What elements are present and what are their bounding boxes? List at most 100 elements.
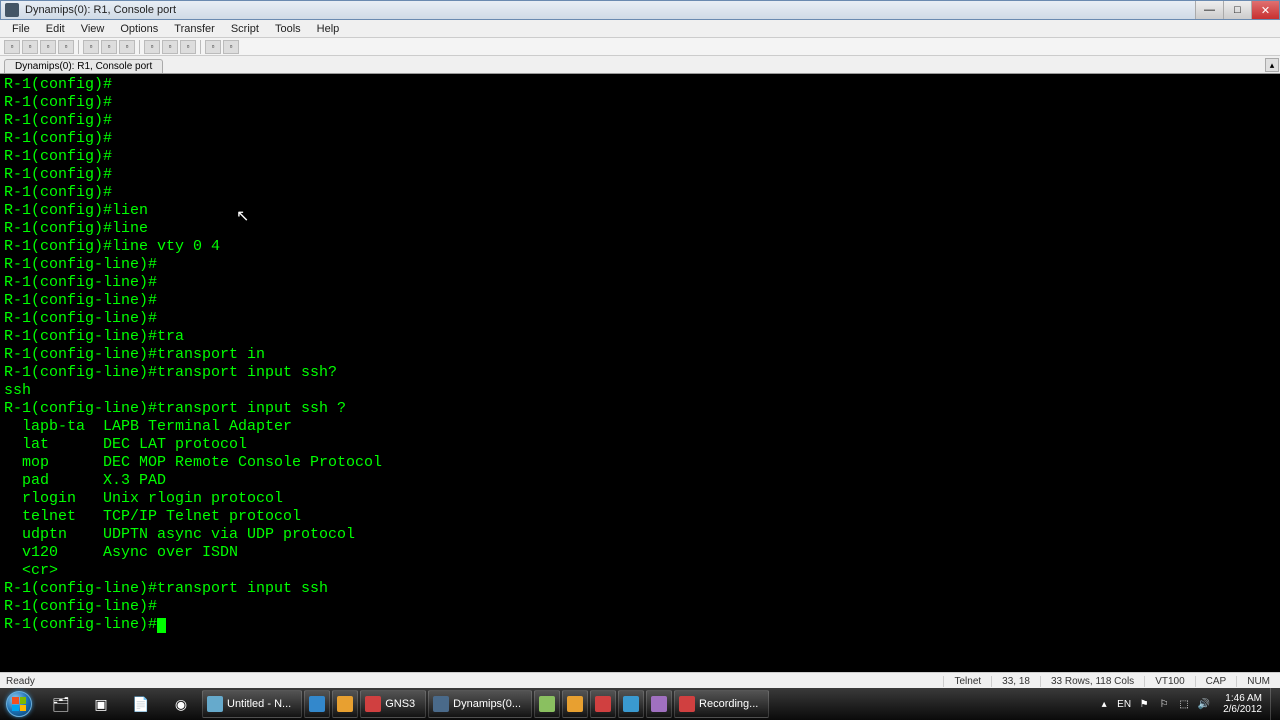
notepad-task-icon [207,696,223,712]
terminal-line: R-1(config-line)#transport in [4,346,1276,364]
terminal-line: R-1(config)#lien [4,202,1276,220]
find-icon[interactable]: ▫ [119,40,135,54]
terminal-line: R-1(config)# [4,148,1276,166]
dynamips-task[interactable]: Dynamips(0... [428,690,532,718]
reconnect-icon[interactable]: ▫ [180,40,196,54]
terminal-line: R-1(config-line)# [4,310,1276,328]
sound-icon[interactable]: 🔊 [1197,697,1211,711]
session-tab[interactable]: Dynamips(0): R1, Console port [4,59,163,73]
app2-task-icon [309,696,325,712]
menu-options[interactable]: Options [112,23,166,35]
terminal-line: lat DEC LAT protocol [4,436,1276,454]
tray-chevron-icon[interactable]: ▴ [1097,697,1111,711]
notepad-task[interactable]: Untitled - N... [202,690,302,718]
itunes-task-icon [623,696,639,712]
recording-task-icon [679,696,695,712]
opera-task-icon [595,696,611,712]
terminal-line: R-1(config)# [4,184,1276,202]
recording-task[interactable]: Recording... [674,690,769,718]
terminal-body[interactable]: R-1(config)#R-1(config)#R-1(config)#R-1(… [0,74,1280,672]
terminal-line: <cr> [4,562,1276,580]
gns3-task[interactable]: GNS3 [360,690,426,718]
terminal-line: R-1(config-line)#transport input ssh [4,580,1276,598]
terminal-cursor [157,618,166,633]
terminal-line: telnet TCP/IP Telnet protocol [4,508,1276,526]
window-title: Dynamips(0): R1, Console port [23,4,1195,16]
task-label: Recording... [699,698,758,710]
open-icon[interactable]: ▫ [22,40,38,54]
status-ready: Ready [0,676,943,687]
maximize-button[interactable]: □ [1223,1,1251,19]
menu-help[interactable]: Help [309,23,348,35]
terminal-line: pad X.3 PAD [4,472,1276,490]
props-icon[interactable]: ▫ [205,40,221,54]
menu-file[interactable]: File [4,23,38,35]
app10-task-icon [651,696,667,712]
tabbar: Dynamips(0): R1, Console port [0,56,1280,74]
app2-task[interactable] [304,690,330,718]
minimize-button[interactable]: — [1195,1,1223,19]
start-button[interactable] [0,688,38,720]
taskbar: 🗂▣📄◉Untitled - N... GNS3 Dynamips(0... Reco… [0,688,1280,720]
flag-icon[interactable]: ⚑ [1137,697,1151,711]
terminal-line: R-1(config-line)#transport input ssh ? [4,400,1276,418]
status-num: NUM [1236,676,1280,687]
terminal-line: R-1(config-line)#transport input ssh? [4,364,1276,382]
menu-view[interactable]: View [73,23,113,35]
connect-icon[interactable]: ▫ [144,40,160,54]
terminal-line: v120 Async over ISDN [4,544,1276,562]
system-tray: ▴ EN ⚑ ⚐ ⬚ 🔊 1:46 AM 2/6/2012 [1095,693,1270,715]
print-icon[interactable]: ▫ [58,40,74,54]
chrome-icon[interactable]: ◉ [162,690,200,718]
app3-task[interactable] [332,690,358,718]
terminal-line: R-1(config)# [4,94,1276,112]
menubar: FileEditViewOptionsTransferScriptToolsHe… [0,20,1280,38]
menu-transfer[interactable]: Transfer [166,23,223,35]
app-icon [5,3,19,17]
app6-task-icon [539,696,555,712]
terminal-line: R-1(config)# [4,130,1276,148]
new-icon[interactable]: ▫ [4,40,20,54]
status-conn: Telnet [943,676,991,687]
network-icon[interactable]: ⬚ [1177,697,1191,711]
terminal-line: R-1(config-line)#tra [4,328,1276,346]
wmplayer-icon[interactable]: ▣ [82,690,120,718]
scroll-up-button[interactable]: ▴ [1265,58,1279,72]
show-desktop-button[interactable] [1270,688,1280,720]
app10-task[interactable] [646,690,672,718]
notepad-icon[interactable]: 📄 [122,690,160,718]
status-size: 33 Rows, 118 Cols [1040,676,1144,687]
action-center-icon[interactable]: ⚐ [1157,697,1171,711]
copy-icon[interactable]: ▫ [83,40,99,54]
terminal-window: Dynamips(0): R1, Console port — □ ✕ File… [0,0,1280,690]
terminal-line: R-1(config-line)# [4,598,1276,616]
menu-script[interactable]: Script [223,23,267,35]
status-term: VT100 [1144,676,1194,687]
terminal-line: udptn UDPTN async via UDP protocol [4,526,1276,544]
status-caps: CAP [1195,676,1237,687]
opera-task[interactable] [590,690,616,718]
terminal-line: R-1(config)# [4,166,1276,184]
itunes-task[interactable] [618,690,644,718]
close-button[interactable]: ✕ [1251,1,1279,19]
paste-icon[interactable]: ▫ [101,40,117,54]
app7-task[interactable] [562,690,588,718]
terminal-line: rlogin Unix rlogin protocol [4,490,1276,508]
explorer-icon[interactable]: 🗂 [42,690,80,718]
save-icon[interactable]: ▫ [40,40,56,54]
task-label: GNS3 [385,698,415,710]
menu-tools[interactable]: Tools [267,23,309,35]
terminal-line: R-1(config-line)# [4,274,1276,292]
terminal-line: R-1(config)# [4,112,1276,130]
app3-task-icon [337,696,353,712]
dynamips-task-icon [433,696,449,712]
app6-task[interactable] [534,690,560,718]
terminal-line: lapb-ta LAPB Terminal Adapter [4,418,1276,436]
disconnect-icon[interactable]: ▫ [162,40,178,54]
menu-edit[interactable]: Edit [38,23,73,35]
language-indicator[interactable]: EN [1117,699,1131,710]
taskbar-clock[interactable]: 1:46 AM 2/6/2012 [1217,693,1268,715]
app7-task-icon [567,696,583,712]
help-icon[interactable]: ▫ [223,40,239,54]
titlebar[interactable]: Dynamips(0): R1, Console port — □ ✕ [0,0,1280,20]
